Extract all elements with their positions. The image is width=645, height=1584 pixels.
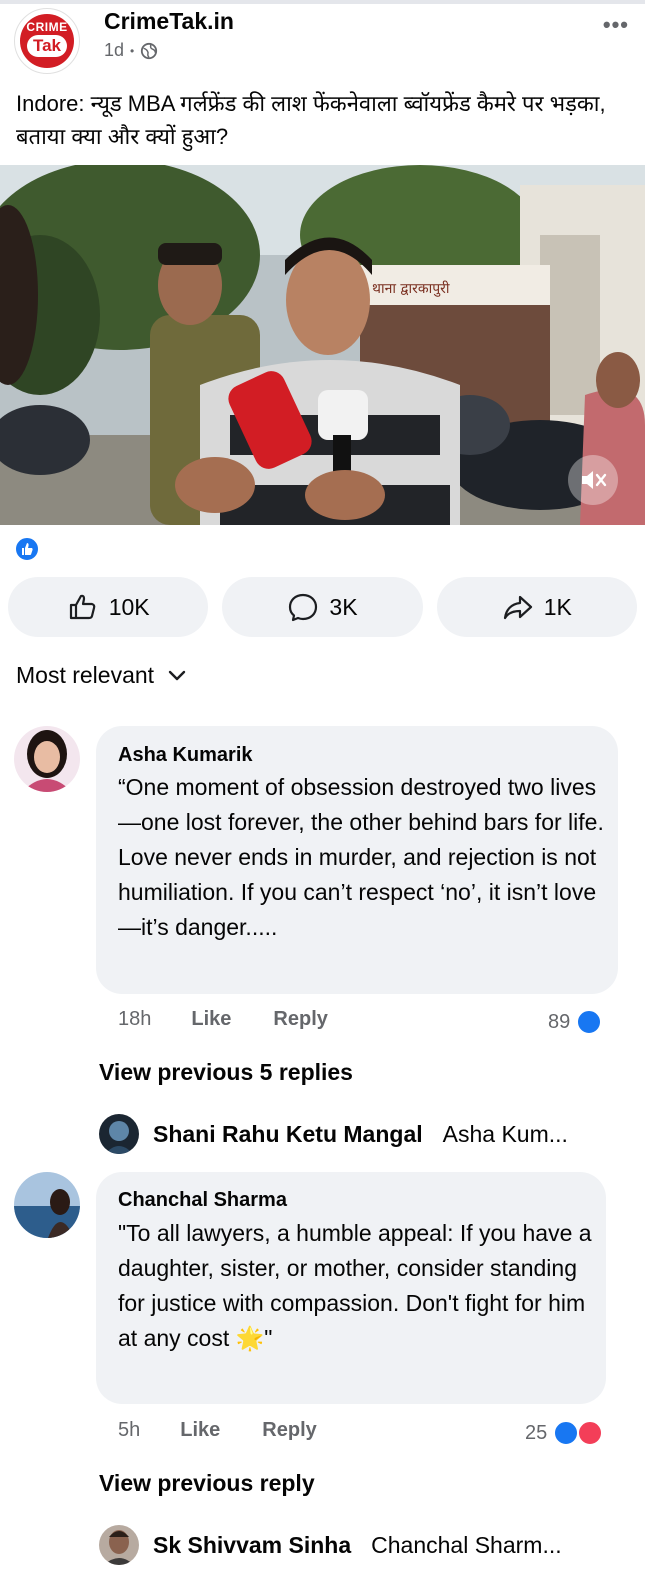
logo-text-crime: CRIME <box>26 20 68 34</box>
like-reaction-icon[interactable] <box>14 536 40 562</box>
share-button[interactable]: 1K <box>436 577 637 637</box>
more-options-icon[interactable]: ••• <box>603 12 629 38</box>
like-reaction-icon <box>553 1420 580 1446</box>
page-avatar[interactable]: CRIME Tak <box>14 8 80 74</box>
comment-like-button[interactable]: Like <box>180 1419 220 1442</box>
page-name[interactable]: CrimeTak.in <box>104 8 234 35</box>
crimetak-logo: CRIME Tak <box>20 14 74 68</box>
comment-bubble-icon <box>289 593 318 622</box>
comment-reactions[interactable]: 25 <box>525 1420 604 1446</box>
meta-dot: • <box>130 43 135 58</box>
video-frame: थाना द्वारकापुरी <box>0 165 645 525</box>
share-count: 1K <box>543 593 572 620</box>
like-reaction-icon <box>576 1009 603 1035</box>
comment-reactions[interactable]: 89 <box>548 1009 603 1035</box>
reply-author: Shani Rahu Ketu Mangal <box>153 1120 423 1147</box>
post-meta: 1d • <box>104 40 158 61</box>
comment-like-button[interactable]: Like <box>191 1008 231 1031</box>
avatar-image <box>14 1172 80 1238</box>
comment-author[interactable]: Chanchal Sharma <box>118 1189 287 1212</box>
view-previous-replies[interactable]: View previous 5 replies <box>99 1059 353 1086</box>
post-video[interactable]: थाना द्वारकापुरी <box>0 165 645 525</box>
thumbs-up-outline-icon <box>69 594 96 620</box>
post-time[interactable]: 1d <box>104 40 124 61</box>
avatar-image <box>99 1525 139 1565</box>
comment-reply-button[interactable]: Reply <box>262 1419 316 1442</box>
comment-time[interactable]: 18h <box>118 1008 151 1031</box>
station-sign: थाना द्वारकापुरी <box>372 280 450 297</box>
globe-icon <box>141 42 158 59</box>
comment-button[interactable]: 3K <box>222 577 423 637</box>
avatar-image <box>99 1114 139 1154</box>
avatar[interactable] <box>14 1172 80 1238</box>
comment-bubble: Asha Kumarik “One moment of obsession de… <box>96 726 618 994</box>
avatar <box>99 1114 139 1154</box>
chevron-down-icon <box>168 670 186 680</box>
comment-footer: 5h Like Reply <box>118 1419 317 1442</box>
sort-label: Most relevant <box>16 662 155 688</box>
speaker-muted-icon <box>582 471 607 489</box>
comment-time[interactable]: 5h <box>118 1419 140 1442</box>
comment-text: "To all lawyers, a humble appeal: If you… <box>118 1220 592 1351</box>
comment-sort-dropdown[interactable]: Most relevant <box>16 662 188 689</box>
share-arrow-icon <box>503 595 532 620</box>
avatar-image <box>14 726 80 792</box>
reaction-count: 25 <box>525 1421 548 1444</box>
like-button[interactable]: 10K <box>8 577 209 637</box>
reply-author: Sk Shivvam Sinha <box>153 1531 352 1558</box>
post-header: CRIME Tak CrimeTak.in 1d • ••• <box>0 4 645 74</box>
reply-snippet: Asha Kum... <box>442 1120 568 1147</box>
comment-bubble: Chanchal Sharma "To all lawyers, a humbl… <box>96 1172 606 1404</box>
reply-snippet: Chanchal Sharm... <box>371 1531 562 1558</box>
logo-text-tak: Tak <box>27 35 67 57</box>
reaction-count: 89 <box>548 1010 571 1033</box>
view-previous-replies[interactable]: View previous reply <box>99 1470 315 1497</box>
thumbs-up-icon <box>22 543 33 555</box>
comment-footer: 18h Like Reply <box>118 1008 328 1031</box>
reply-preview[interactable]: Sk Shivvam Sinha Chanchal Sharm... <box>99 1525 562 1565</box>
avatar[interactable] <box>14 726 80 792</box>
avatar <box>99 1525 139 1565</box>
post-caption: Indore: न्यूड MBA गर्लफ्रेंड की लाश फेंक… <box>16 91 606 149</box>
comment-author[interactable]: Asha Kumarik <box>118 744 253 767</box>
comment-reply-button[interactable]: Reply <box>273 1008 327 1031</box>
comment-text: “One moment of obsession destroyed two l… <box>118 774 604 940</box>
mute-button[interactable] <box>568 455 618 505</box>
like-count: 10K <box>108 593 150 620</box>
post-actions: 10K 3K 1K <box>8 577 637 637</box>
reply-preview[interactable]: Shani Rahu Ketu Mangal Asha Kum... <box>99 1114 568 1154</box>
love-reaction-icon <box>577 1420 604 1446</box>
comment-count: 3K <box>329 593 358 620</box>
